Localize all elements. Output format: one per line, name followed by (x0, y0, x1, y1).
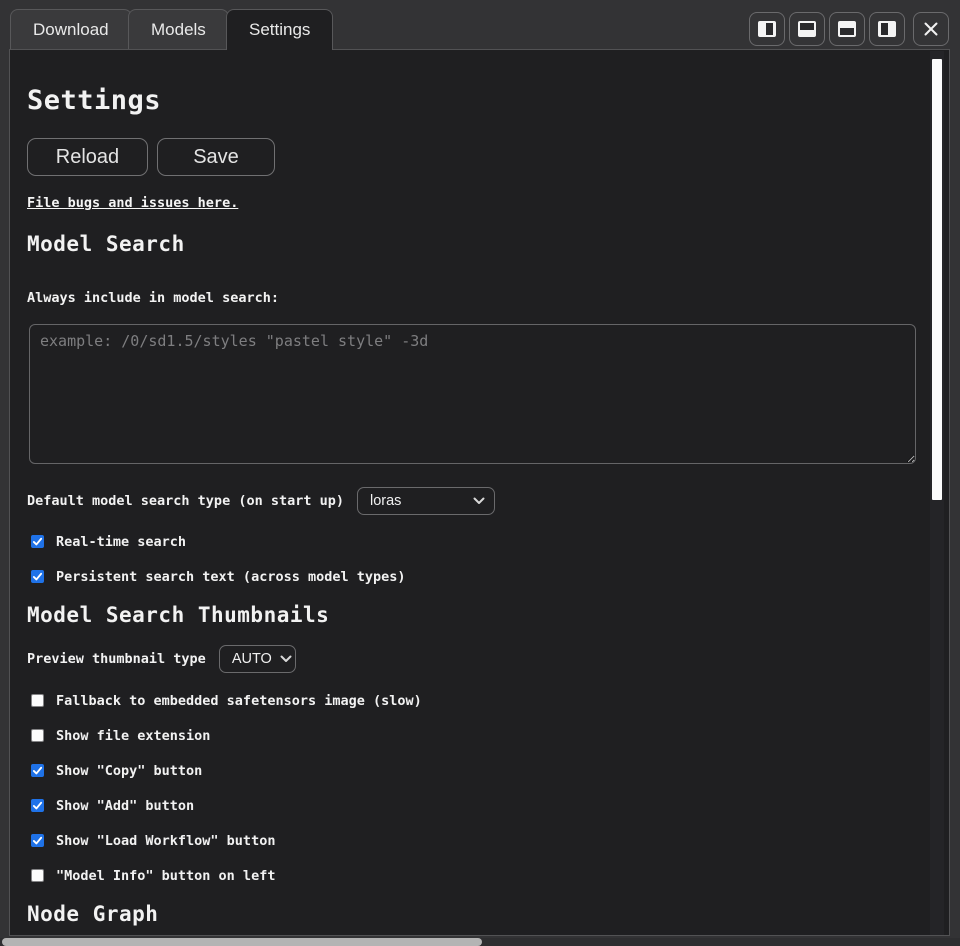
thumbnails-heading: Model Search Thumbnails (27, 603, 930, 627)
show-load-workflow-row: Show "Load Workflow" button (27, 832, 930, 849)
file-bugs-link[interactable]: File bugs and issues here. (27, 195, 238, 211)
dock-top-button[interactable] (789, 12, 825, 46)
dock-bottom-icon (838, 21, 856, 37)
realtime-search-checkbox[interactable] (31, 535, 44, 548)
default-search-type-row: Default model search type (on start up) … (27, 487, 930, 515)
show-load-workflow-label[interactable]: Show "Load Workflow" button (56, 833, 275, 849)
realtime-search-label[interactable]: Real-time search (56, 534, 186, 550)
model-info-left-label[interactable]: "Model Info" button on left (56, 868, 275, 884)
action-buttons-row: Reload Save (27, 138, 930, 176)
close-icon (923, 21, 939, 37)
persistent-search-checkbox[interactable] (31, 570, 44, 583)
show-copy-button-checkbox[interactable] (31, 764, 44, 777)
model-search-heading: Model Search (27, 232, 930, 256)
fallback-safetensors-label[interactable]: Fallback to embedded safetensors image (… (56, 693, 422, 709)
preview-thumbnail-type-select[interactable]: AUTO (219, 645, 296, 673)
window-controls (745, 12, 949, 46)
fallback-safetensors-checkbox[interactable] (31, 694, 44, 707)
horizontal-scrollbar-thumb[interactable] (2, 938, 482, 946)
settings-panel: Settings Reload Save File bugs and issue… (9, 49, 950, 936)
preview-thumbnail-type-label: Preview thumbnail type (27, 651, 206, 667)
show-file-extension-row: Show file extension (27, 727, 930, 744)
vertical-scrollbar-track[interactable] (930, 51, 944, 935)
always-include-label: Always include in model search: (27, 290, 930, 306)
tab-models[interactable]: Models (128, 9, 229, 49)
horizontal-scrollbar-track[interactable] (0, 938, 960, 946)
show-copy-button-row: Show "Copy" button (27, 762, 930, 779)
model-info-left-row: "Model Info" button on left (27, 867, 930, 884)
tab-settings[interactable]: Settings (226, 9, 333, 50)
dock-right-icon (758, 21, 776, 37)
vertical-scrollbar-thumb[interactable] (932, 59, 942, 500)
chevron-down-icon (280, 655, 292, 663)
node-graph-heading: Node Graph (27, 902, 930, 926)
default-search-type-value: loras (370, 493, 401, 509)
fallback-safetensors-row: Fallback to embedded safetensors image (… (27, 692, 930, 709)
model-info-left-checkbox[interactable] (31, 869, 44, 882)
chevron-down-icon (473, 497, 485, 505)
realtime-search-row: Real-time search (27, 533, 930, 550)
save-button[interactable]: Save (157, 138, 275, 176)
dock-right-button[interactable] (749, 12, 785, 46)
always-include-textarea[interactable] (29, 324, 916, 464)
default-search-type-select[interactable]: loras (357, 487, 495, 515)
show-add-button-checkbox[interactable] (31, 799, 44, 812)
dock-left-button[interactable] (869, 12, 905, 46)
page-title: Settings (27, 85, 930, 116)
persistent-search-row: Persistent search text (across model typ… (27, 568, 930, 585)
tab-bar: Download Models Settings (0, 0, 960, 49)
dock-bottom-button[interactable] (829, 12, 865, 46)
tab-download[interactable]: Download (10, 9, 132, 49)
show-file-extension-label[interactable]: Show file extension (56, 728, 210, 744)
show-load-workflow-checkbox[interactable] (31, 834, 44, 847)
reload-button[interactable]: Reload (27, 138, 148, 176)
show-add-button-label[interactable]: Show "Add" button (56, 798, 194, 814)
show-copy-button-label[interactable]: Show "Copy" button (56, 763, 202, 779)
default-search-type-label: Default model search type (on start up) (27, 493, 344, 509)
persistent-search-label[interactable]: Persistent search text (across model typ… (56, 569, 406, 585)
close-button[interactable] (913, 12, 949, 46)
show-file-extension-checkbox[interactable] (31, 729, 44, 742)
dock-left-icon (878, 21, 896, 37)
show-add-button-row: Show "Add" button (27, 797, 930, 814)
dock-top-icon (798, 21, 816, 37)
preview-thumbnail-type-row: Preview thumbnail type AUTO (27, 645, 930, 673)
preview-thumbnail-type-value: AUTO (232, 651, 272, 667)
